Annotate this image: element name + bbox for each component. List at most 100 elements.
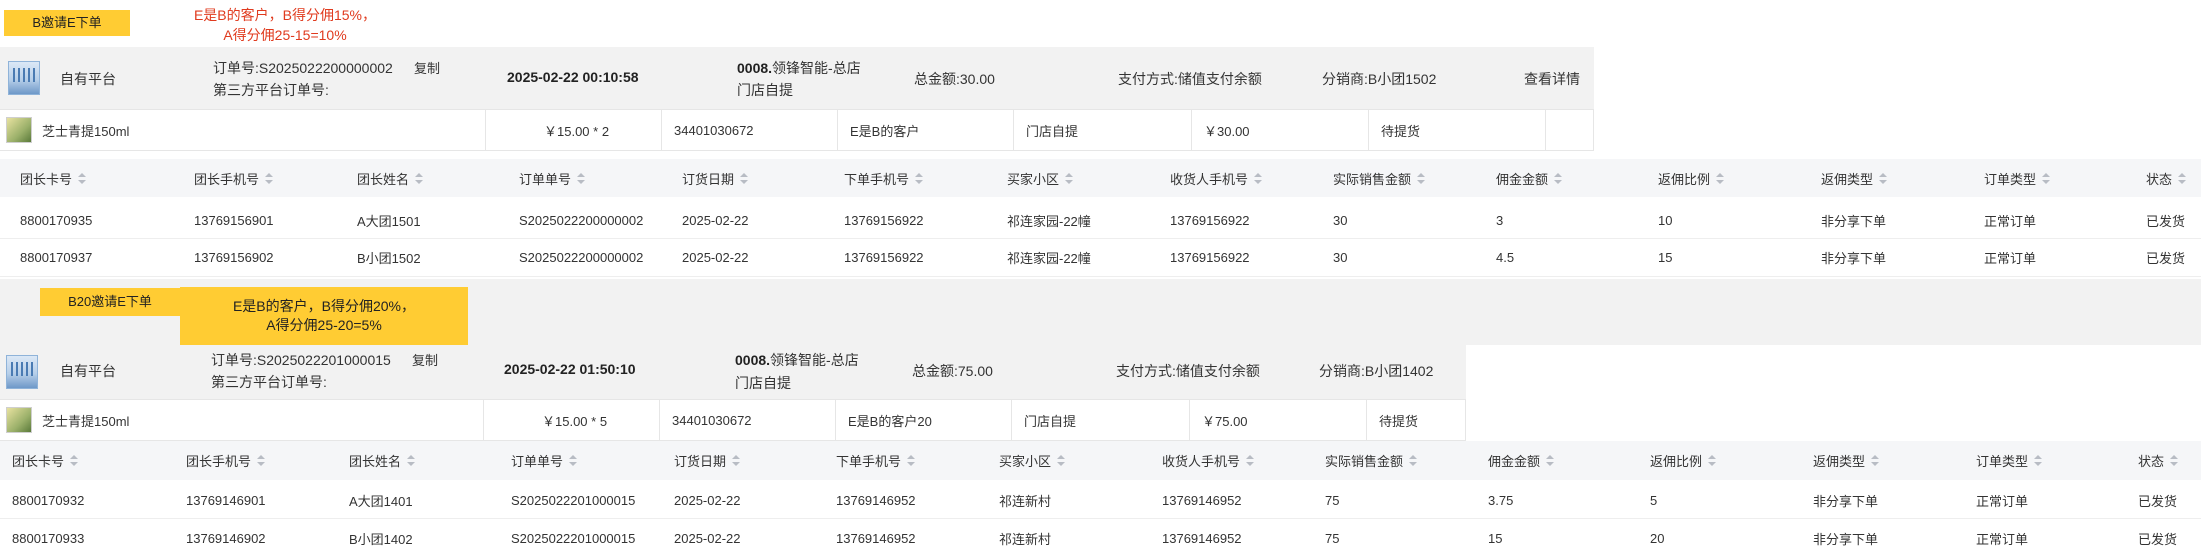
product-status: 待提货: [1366, 400, 1466, 440]
pickup-method: 门店自提: [735, 375, 791, 391]
sort-icon[interactable]: [407, 455, 416, 466]
table-row[interactable]: 8800170932 13769146901 A大团1401 S20250222…: [0, 482, 2201, 519]
cell-phone: 13769156901: [194, 212, 274, 228]
sort-icon[interactable]: [1065, 172, 1074, 184]
sort-icon[interactable]: [1554, 172, 1563, 184]
col-header-status[interactable]: 状态: [2138, 441, 2179, 480]
view-details-link[interactable]: 查看详情: [1524, 69, 1580, 89]
cell-receiver-phone: 13769146952: [1162, 530, 1242, 546]
cell-name: B小团1402: [349, 531, 413, 547]
store-name: 领锋智能-总店: [770, 352, 859, 368]
sort-icon[interactable]: [1871, 455, 1880, 466]
sort-icon[interactable]: [732, 455, 741, 466]
sort-icon[interactable]: [1254, 172, 1263, 184]
col-header-order-no[interactable]: 订单单号: [511, 441, 578, 480]
cell-community: 祁连新村: [999, 493, 1052, 509]
col-header-rebate-ratio[interactable]: 返佣比例: [1650, 441, 1717, 480]
sort-icon[interactable]: [2170, 455, 2179, 466]
order-time: 2025-02-22 01:50:10: [504, 361, 636, 377]
col-header-sales-amount[interactable]: 实际销售金额: [1325, 441, 1418, 480]
table-row[interactable]: 8800170933 13769146902 B小团1402 S20250222…: [0, 519, 2201, 557]
pickup-method: 门店自提: [737, 82, 793, 98]
col-header-rebate-type[interactable]: 返佣类型: [1813, 441, 1880, 480]
third-party-order-number: 第三方平台订单号:: [211, 374, 327, 390]
col-header-receiver-phone[interactable]: 收货人手机号: [1170, 159, 1263, 197]
product-code: 34401030672: [661, 110, 837, 150]
sort-icon[interactable]: [1409, 455, 1418, 466]
sort-icon[interactable]: [740, 172, 749, 184]
cell-name: B小团1502: [357, 251, 421, 266]
sort-icon[interactable]: [907, 455, 916, 466]
sort-icon[interactable]: [1246, 455, 1255, 466]
col-header-community[interactable]: 买家小区: [999, 441, 1066, 480]
sort-icon[interactable]: [265, 172, 274, 184]
cell-commission: 3: [1496, 212, 1504, 228]
col-header-commission[interactable]: 佣金金额: [1496, 159, 1563, 197]
col-header-rebate-ratio[interactable]: 返佣比例: [1658, 159, 1725, 197]
col-header-receiver-phone[interactable]: 收货人手机号: [1162, 441, 1255, 480]
col-header-name[interactable]: 团长姓名: [349, 441, 416, 480]
sort-icon[interactable]: [1879, 172, 1888, 184]
sort-icon[interactable]: [415, 172, 424, 184]
sort-icon[interactable]: [257, 455, 266, 466]
order-header-2: 自有平台 订单号:S2025022201000015 复制 第三方平台订单号: …: [0, 345, 1466, 399]
sort-icon[interactable]: [1417, 172, 1426, 184]
sort-icon[interactable]: [1708, 455, 1717, 466]
sort-icon[interactable]: [78, 172, 87, 184]
product-customer-note: E是B的客户20: [835, 400, 1011, 440]
cell-order-type: 正常订单: [1976, 531, 2029, 547]
cell-rebate-ratio: 10: [1658, 212, 1673, 228]
col-header-buyer-phone[interactable]: 下单手机号: [844, 159, 924, 197]
sort-icon[interactable]: [2178, 172, 2187, 184]
cell-status: 已发货: [2138, 531, 2178, 547]
product-cell: 芝士青提150ml: [0, 110, 485, 150]
col-header-status[interactable]: 状态: [2146, 159, 2187, 197]
copy-button[interactable]: 复制: [414, 58, 440, 77]
store-name: 领锋智能-总店: [772, 60, 861, 76]
sort-icon[interactable]: [1057, 455, 1066, 466]
product-delivery: 门店自提: [1013, 110, 1191, 150]
sort-icon[interactable]: [1716, 172, 1725, 184]
col-header-order-date[interactable]: 订货日期: [674, 441, 741, 480]
col-header-name[interactable]: 团长姓名: [357, 159, 424, 197]
sort-icon[interactable]: [569, 455, 578, 466]
col-header-order-date[interactable]: 订货日期: [682, 159, 749, 197]
col-header-buyer-phone[interactable]: 下单手机号: [836, 441, 916, 480]
product-price: ￥15.00 * 5: [483, 400, 659, 440]
sort-icon[interactable]: [577, 172, 586, 184]
sort-icon[interactable]: [70, 455, 79, 466]
cell-order-no: S2025022201000015: [511, 492, 636, 508]
col-header-card[interactable]: 团长卡号: [20, 159, 87, 197]
product-cell: 芝士青提150ml: [0, 400, 483, 440]
cell-order-no: S2025022200000002: [519, 212, 644, 228]
table-row[interactable]: 8800170935 13769156901 A大团1501 S20250222…: [0, 202, 2201, 239]
cell-order-type: 正常订单: [1984, 251, 2037, 266]
order-number: 订单号:S2025022201000015: [211, 352, 391, 368]
cell-receiver-phone: 13769156922: [1170, 212, 1250, 228]
cell-order-date: 2025-02-22: [682, 212, 749, 228]
sort-icon[interactable]: [915, 172, 924, 184]
col-header-phone[interactable]: 团长手机号: [194, 159, 274, 197]
col-header-rebate-type[interactable]: 返佣类型: [1821, 159, 1888, 197]
table-row[interactable]: 8800170937 13769156902 B小团1502 S20250222…: [0, 239, 2201, 277]
col-header-phone[interactable]: 团长手机号: [186, 441, 266, 480]
cell-sales-amount: 30: [1333, 212, 1348, 228]
col-header-order-type[interactable]: 订单类型: [1976, 441, 2043, 480]
cell-buyer-phone: 13769156922: [844, 212, 924, 228]
product-delivery: 门店自提: [1011, 400, 1189, 440]
cell-name: A大团1401: [349, 493, 413, 509]
sticky-note-mid: B20邀请E下单: [40, 288, 180, 316]
col-header-commission[interactable]: 佣金金额: [1488, 441, 1555, 480]
sort-icon[interactable]: [2042, 172, 2051, 184]
col-header-order-no[interactable]: 订单单号: [519, 159, 586, 197]
distributor: 分销商:B小团1402: [1319, 363, 1434, 379]
cell-status: 已发货: [2146, 213, 2186, 229]
col-header-community[interactable]: 买家小区: [1007, 159, 1074, 197]
col-header-card[interactable]: 团长卡号: [12, 441, 79, 480]
col-header-order-type[interactable]: 订单类型: [1984, 159, 2051, 197]
annotation-line-1: E是B的客户，B得分佣15%，: [193, 7, 377, 23]
copy-button[interactable]: 复制: [412, 350, 438, 369]
col-header-sales-amount[interactable]: 实际销售金额: [1333, 159, 1426, 197]
sort-icon[interactable]: [1546, 455, 1555, 466]
sort-icon[interactable]: [2034, 455, 2043, 466]
